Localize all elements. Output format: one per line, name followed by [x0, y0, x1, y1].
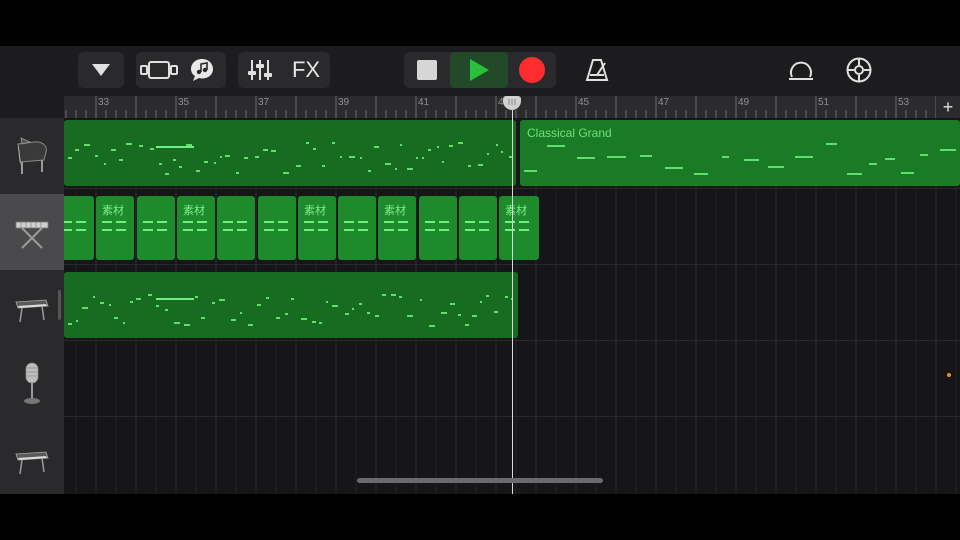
- segment-label: 素材: [102, 205, 124, 217]
- keyboard-segment[interactable]: 素材: [96, 196, 134, 260]
- keyboard-segment[interactable]: 素材: [378, 196, 416, 260]
- keyboard-segment[interactable]: [137, 196, 175, 260]
- ruler-bar-label: 53: [898, 97, 910, 108]
- ruler-bar-label: 47: [658, 97, 670, 108]
- fx-label: FX: [291, 57, 321, 82]
- ruler-bar-label: 39: [338, 97, 350, 108]
- keyboard-segment[interactable]: 素材: [177, 196, 215, 260]
- track-header-audio[interactable]: [0, 346, 64, 422]
- ruler-bar-label: 49: [738, 97, 750, 108]
- metronome-button[interactable]: [578, 52, 616, 88]
- garageband-screen: FX 33 35 37 39 41 45 47 49 51 53 + Class…: [0, 46, 960, 494]
- note-pattern: [524, 143, 956, 175]
- ruler-bar-label: 33: [98, 97, 110, 108]
- track-header-synth-2[interactable]: [0, 422, 64, 494]
- settings-button[interactable]: [840, 52, 878, 88]
- note-pattern: [68, 294, 513, 327]
- metronome-icon: [585, 59, 609, 81]
- segment-label: 素材: [304, 205, 326, 217]
- play-button[interactable]: [450, 52, 508, 88]
- transport-controls: [404, 52, 556, 88]
- keyboard-segment[interactable]: 素材: [298, 196, 336, 260]
- home-indicator[interactable]: [357, 478, 603, 483]
- segment-label: 素材: [183, 205, 205, 217]
- add-section-button[interactable]: +: [936, 96, 960, 118]
- keyboard-segment[interactable]: [419, 196, 457, 260]
- ruler-bar-label: 51: [818, 97, 830, 108]
- segment-label: 素材: [384, 205, 406, 217]
- track-header-synth-1[interactable]: [0, 270, 64, 346]
- loops-icon: [191, 59, 213, 81]
- settings-icon: [846, 57, 872, 83]
- synth-icon: [15, 299, 49, 323]
- mixer-fx-group: FX: [238, 52, 330, 88]
- track-header-piano[interactable]: [0, 118, 64, 194]
- segment-label: 素材: [505, 205, 527, 217]
- automation-point: [947, 373, 951, 377]
- playhead-handle[interactable]: [503, 96, 521, 110]
- keyboard-segment[interactable]: [338, 196, 376, 260]
- midi-region[interactable]: [64, 272, 518, 338]
- mixer-button[interactable]: [238, 52, 282, 88]
- keyboard-segment[interactable]: [64, 196, 94, 260]
- master-effects-icon: [789, 61, 813, 80]
- view-toggle-button[interactable]: [136, 52, 182, 88]
- grand-piano-icon: [17, 137, 47, 174]
- stop-button[interactable]: [404, 52, 450, 88]
- ruler-bar-label: 37: [258, 97, 270, 108]
- ruler-bar-label: 41: [418, 97, 430, 108]
- browser-toggle-icon: [78, 52, 124, 88]
- ruler-bar-label: 35: [178, 97, 190, 108]
- track-header-keyboard[interactable]: [0, 194, 64, 270]
- keyboard-segment[interactable]: 素材: [499, 196, 539, 260]
- synth-icon: [15, 451, 49, 475]
- microphone-icon: [24, 362, 40, 404]
- keyboard-segment[interactable]: [459, 196, 497, 260]
- browser-toggle-button[interactable]: [78, 52, 124, 88]
- keyboard-segment[interactable]: [258, 196, 296, 260]
- midi-region-classical-grand[interactable]: Classical Grand: [520, 120, 960, 186]
- record-button[interactable]: [508, 52, 556, 88]
- note-pattern: [68, 142, 512, 175]
- view-group: [136, 52, 226, 88]
- ruler-bar-label: 45: [578, 97, 590, 108]
- keyboard-segment[interactable]: [217, 196, 255, 260]
- record-icon: [519, 57, 545, 83]
- header-resize-handle[interactable]: [58, 290, 61, 320]
- playhead[interactable]: [512, 96, 513, 494]
- track-headers: [0, 118, 64, 494]
- loops-button[interactable]: [182, 52, 222, 88]
- keyboard-icon: [15, 221, 49, 249]
- master-effects-button[interactable]: [782, 52, 820, 88]
- midi-region[interactable]: [64, 120, 516, 186]
- view-toggle-icon: [140, 61, 178, 79]
- mixer-icon: [248, 60, 272, 80]
- fx-button[interactable]: FX: [282, 52, 330, 88]
- play-icon: [470, 59, 489, 81]
- stop-icon: [417, 60, 437, 80]
- control-bar: FX: [0, 46, 960, 96]
